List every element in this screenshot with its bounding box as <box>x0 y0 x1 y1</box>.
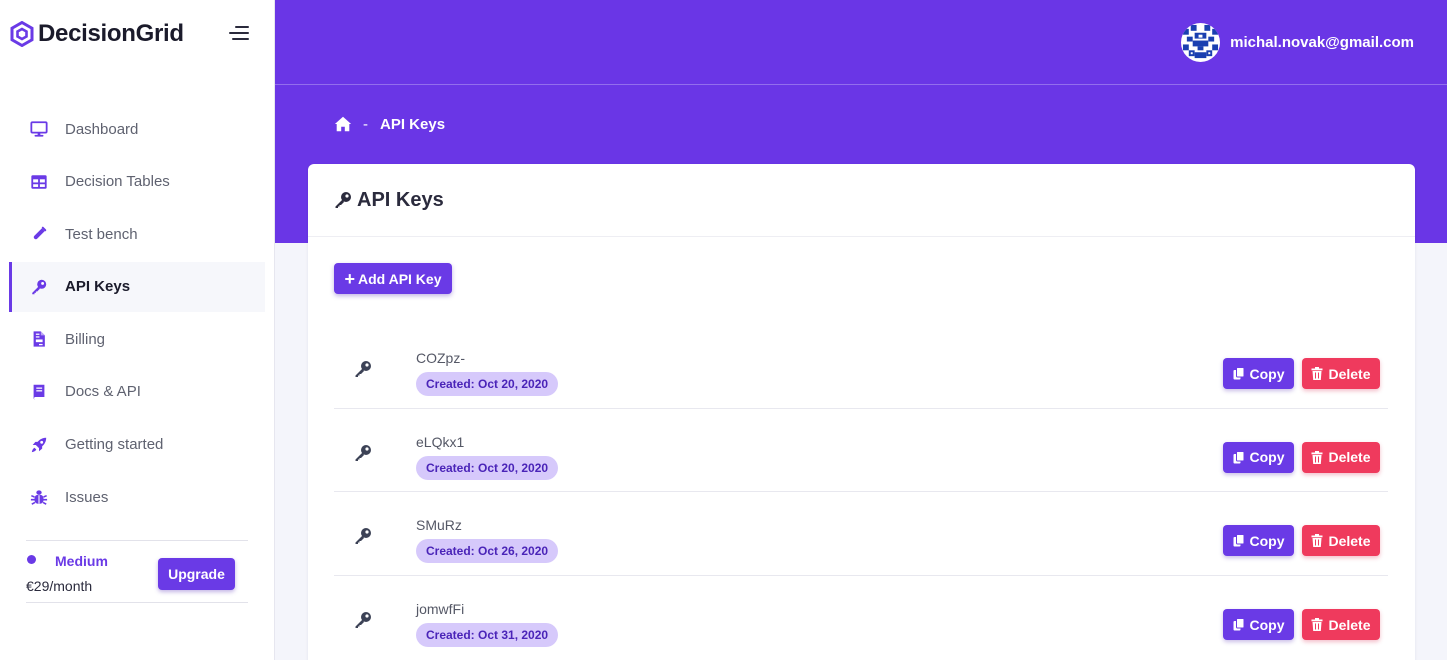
sidebar-item-label: API Keys <box>65 278 131 296</box>
list-item: jomwfFi Created: Oct 31, 2020 Copy Delet… <box>334 576 1388 660</box>
delete-label: Delete <box>1328 365 1371 382</box>
delete-label: Delete <box>1328 449 1371 466</box>
list-item: SMuRz Created: Oct 26, 2020 Copy Delete <box>334 492 1388 577</box>
sidebar-item-label: Test bench <box>65 225 138 243</box>
copy-button[interactable]: Copy <box>1223 441 1294 473</box>
user-menu[interactable]: michal.novak@gmail.com <box>1181 23 1414 62</box>
copy-button[interactable]: Copy <box>1223 358 1294 389</box>
created-badge: Created: Oct 26, 2020 <box>416 539 559 564</box>
brand[interactable]: DecisionGrid <box>10 18 184 50</box>
trash-icon <box>1311 618 1323 632</box>
created-badge: Created: Oct 20, 2020 <box>416 372 559 396</box>
avatar <box>1181 23 1221 62</box>
copy-label: Copy <box>1249 365 1285 382</box>
copy-icon <box>1233 450 1244 464</box>
page-title: API Keys <box>357 188 444 211</box>
test-tube-icon <box>29 224 49 244</box>
api-keys-card: API Keys + Add API Key COZpz- Created: O… <box>308 164 1415 660</box>
sidebar-item-label: Billing <box>65 330 106 348</box>
copy-label: Copy <box>1249 532 1285 549</box>
breadcrumb-current: API Keys <box>380 115 446 133</box>
plan-name: Medium <box>55 553 108 569</box>
sidebar-nav: Dashboard Decision Tables Test bench API… <box>9 104 265 525</box>
api-key-name: eLQkx1 <box>416 433 465 450</box>
list-item: COZpz- Created: Oct 20, 2020 Copy Delete <box>334 325 1388 409</box>
bug-icon <box>29 487 49 507</box>
sidebar-item-label: Dashboard <box>65 120 139 138</box>
copy-button[interactable]: Copy <box>1223 525 1294 557</box>
plan-box: Medium €29/month Upgrade <box>26 540 248 603</box>
card-header: API Keys <box>308 164 1415 237</box>
sidebar-item-test-bench[interactable]: Test bench <box>9 209 265 259</box>
copy-icon <box>1233 367 1244 380</box>
key-icon <box>335 192 351 208</box>
sidebar-item-label: Getting started <box>65 436 164 454</box>
sidebar: DecisionGrid Dashboard Decision Tables T… <box>0 0 275 660</box>
key-icon <box>355 444 371 461</box>
trash-icon <box>1311 367 1323 380</box>
list-item: eLQkx1 Created: Oct 20, 2020 Copy Delete <box>334 409 1388 493</box>
monitor-icon <box>29 119 49 139</box>
menu-toggle-icon[interactable] <box>227 25 249 41</box>
copy-button[interactable]: Copy <box>1223 609 1294 641</box>
plan-status-dot <box>27 555 36 564</box>
rocket-icon <box>29 435 49 455</box>
plan-price: €29/month <box>26 578 93 594</box>
upgrade-button[interactable]: Upgrade <box>158 558 235 590</box>
trash-icon <box>1311 534 1323 548</box>
add-api-key-button[interactable]: + Add API Key <box>334 263 452 294</box>
sidebar-item-issues[interactable]: Issues <box>9 472 265 522</box>
sidebar-item-billing[interactable]: Billing <box>9 314 265 364</box>
key-icon <box>29 277 49 297</box>
add-api-key-label: Add API Key <box>358 270 442 287</box>
sidebar-item-dashboard[interactable]: Dashboard <box>9 104 265 154</box>
sidebar-item-label: Docs & API <box>65 383 141 401</box>
delete-button[interactable]: Delete <box>1302 441 1380 473</box>
key-icon <box>355 528 371 545</box>
sidebar-item-label: Issues <box>65 488 109 506</box>
delete-button[interactable]: Delete <box>1302 525 1380 557</box>
home-icon[interactable] <box>334 115 352 133</box>
invoice-icon <box>29 329 49 349</box>
topbar: michal.novak@gmail.com <box>275 0 1447 85</box>
table-icon <box>29 172 49 192</box>
key-icon <box>355 361 371 377</box>
hexagon-logo-icon <box>10 21 34 47</box>
copy-icon <box>1233 618 1244 631</box>
book-icon <box>29 382 49 402</box>
created-badge: Created: Oct 31, 2020 <box>416 623 559 648</box>
copy-label: Copy <box>1249 449 1285 466</box>
delete-button[interactable]: Delete <box>1302 358 1380 389</box>
delete-label: Delete <box>1328 616 1371 633</box>
created-badge: Created: Oct 20, 2020 <box>416 455 559 480</box>
breadcrumb-separator: - <box>363 115 368 133</box>
sidebar-item-api-keys[interactable]: API Keys <box>9 261 265 312</box>
user-email: michal.novak@gmail.com <box>1230 34 1414 51</box>
api-key-name: jomwfFi <box>416 601 465 618</box>
delete-label: Delete <box>1328 532 1371 549</box>
brand-name: DecisionGrid <box>38 20 184 47</box>
delete-button[interactable]: Delete <box>1302 609 1380 641</box>
sidebar-item-docs-api[interactable]: Docs & API <box>9 367 265 417</box>
breadcrumb: - API Keys <box>334 115 445 133</box>
sidebar-item-getting-started[interactable]: Getting started <box>9 420 265 470</box>
sidebar-item-decision-tables[interactable]: Decision Tables <box>9 157 265 207</box>
plus-icon: + <box>344 268 355 289</box>
copy-icon <box>1233 534 1244 547</box>
key-icon <box>355 612 371 629</box>
trash-icon <box>1311 450 1323 464</box>
api-key-name: COZpz- <box>416 350 465 366</box>
sidebar-item-label: Decision Tables <box>65 173 170 191</box>
api-key-list: COZpz- Created: Oct 20, 2020 Copy Delete… <box>334 325 1388 660</box>
copy-label: Copy <box>1249 616 1285 633</box>
api-key-name: SMuRz <box>416 517 462 534</box>
